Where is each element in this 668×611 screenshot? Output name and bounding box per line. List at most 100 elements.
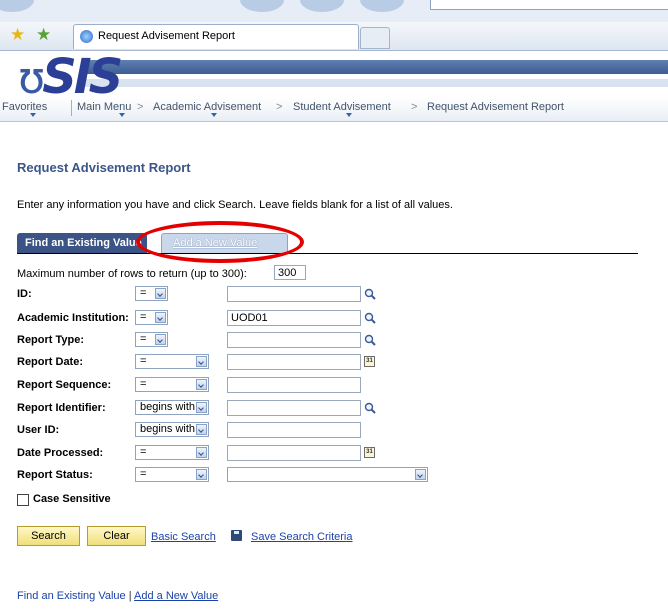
- nav-main-menu[interactable]: Main Menu: [77, 101, 131, 113]
- chevron-down-icon[interactable]: [415, 469, 426, 480]
- banner-bar-light: [85, 79, 668, 87]
- field-label: Report Date:: [17, 356, 84, 368]
- chevron-down-icon[interactable]: [155, 312, 166, 323]
- operator-value: =: [140, 468, 147, 480]
- operator-value: =: [140, 333, 147, 345]
- search-button[interactable]: Search: [17, 526, 80, 546]
- operator-select[interactable]: =: [135, 377, 209, 392]
- operator-value: =: [140, 311, 147, 323]
- nav-current-page: Request Advisement Report: [427, 101, 564, 113]
- field-input[interactable]: [227, 422, 361, 438]
- field-label: Report Type:: [17, 334, 85, 346]
- operator-value: begins with: [140, 401, 196, 413]
- field-label: User ID:: [17, 424, 60, 436]
- toolbar-decoration: [0, 0, 34, 12]
- chevron-down-icon[interactable]: [196, 469, 207, 480]
- sis-banner: ʊSIS: [0, 49, 668, 105]
- toolbar-decoration: [240, 0, 284, 12]
- field-input[interactable]: [227, 286, 361, 302]
- max-rows-input[interactable]: [274, 265, 306, 280]
- browser-tab-bar: ★ ★ Request Advisement Report: [0, 22, 668, 51]
- ie-page-icon: [80, 30, 93, 43]
- breadcrumb-separator: >: [137, 101, 144, 113]
- chevron-down-icon[interactable]: [196, 447, 207, 458]
- new-tab-button[interactable]: [360, 27, 390, 49]
- operator-select[interactable]: =: [135, 310, 168, 325]
- operator-value: =: [140, 355, 147, 367]
- add-favorites-icon[interactable]: ★: [36, 25, 51, 45]
- chevron-down-icon[interactable]: [196, 356, 207, 367]
- field-label: Academic Institution:: [17, 312, 129, 324]
- chevron-down-icon[interactable]: [196, 402, 207, 413]
- case-sensitive-label: Case Sensitive: [33, 493, 111, 505]
- nav-academic-advisement[interactable]: Academic Advisement: [153, 101, 261, 113]
- status-select[interactable]: [227, 467, 428, 482]
- basic-search-link[interactable]: Basic Search: [151, 531, 216, 543]
- chevron-down-icon[interactable]: [155, 288, 166, 299]
- nav-divider: [71, 100, 72, 116]
- footer-add-new[interactable]: Add a New Value: [134, 590, 218, 602]
- breadcrumb: Favorites Main Menu > Academic Advisemen…: [0, 97, 668, 122]
- lookup-search-icon[interactable]: [364, 334, 376, 346]
- operator-value: begins with: [140, 423, 196, 435]
- browser-tab-title: Request Advisement Report: [98, 30, 235, 42]
- field-input[interactable]: [227, 445, 361, 461]
- field-input[interactable]: [227, 354, 361, 370]
- footer-links: Find an Existing Value | Add a New Value: [17, 590, 218, 602]
- field-label: Date Processed:: [17, 447, 104, 459]
- chevron-down-icon: [211, 113, 217, 117]
- field-input[interactable]: [227, 332, 361, 348]
- nav-favorites[interactable]: Favorites: [2, 101, 47, 113]
- chevron-down-icon: [119, 113, 125, 117]
- breadcrumb-separator: >: [411, 101, 418, 113]
- chevron-down-icon: [30, 113, 36, 117]
- lookup-search-icon[interactable]: [364, 402, 376, 414]
- field-label: Report Status:: [17, 469, 93, 481]
- clear-button-label: Clear: [103, 530, 130, 542]
- calendar-icon[interactable]: 31: [364, 447, 375, 458]
- chevron-down-icon: [346, 113, 352, 117]
- operator-select[interactable]: =: [135, 445, 209, 460]
- toolbar-decoration: [300, 0, 344, 12]
- field-label: Report Identifier:: [17, 402, 106, 414]
- field-label: ID:: [17, 288, 32, 300]
- tab-find-existing-label: Find an Existing Value: [25, 237, 142, 249]
- search-button-label: Search: [31, 530, 66, 542]
- tab-underline: [17, 253, 638, 254]
- operator-value: =: [140, 446, 147, 458]
- footer-find-existing[interactable]: Find an Existing Value: [17, 590, 126, 602]
- operator-select[interactable]: =: [135, 332, 168, 347]
- save-icon[interactable]: [231, 530, 242, 541]
- save-search-criteria-link[interactable]: Save Search Criteria: [251, 531, 353, 543]
- page-title: Request Advisement Report: [17, 160, 191, 175]
- browser-tab[interactable]: Request Advisement Report: [73, 24, 359, 49]
- lookup-search-icon[interactable]: [364, 312, 376, 324]
- tab-find-existing-value[interactable]: Find an Existing Value: [17, 233, 147, 253]
- favorites-star-icon[interactable]: ★: [10, 25, 25, 45]
- operator-select[interactable]: =: [135, 467, 209, 482]
- lookup-search-icon[interactable]: [364, 288, 376, 300]
- operator-select[interactable]: =: [135, 286, 168, 301]
- nav-student-advisement[interactable]: Student Advisement: [293, 101, 391, 113]
- chevron-down-icon[interactable]: [196, 424, 207, 435]
- field-input[interactable]: [227, 310, 361, 326]
- chevron-down-icon[interactable]: [196, 379, 207, 390]
- browser-toolbar-strip: [0, 0, 668, 23]
- highlight-circle: [136, 221, 304, 263]
- field-input[interactable]: [227, 400, 361, 416]
- banner-bar: [85, 60, 668, 74]
- operator-select[interactable]: begins with: [135, 422, 209, 437]
- address-bar[interactable]: [430, 0, 668, 10]
- operator-value: =: [140, 287, 147, 299]
- operator-value: =: [140, 378, 147, 390]
- operator-select[interactable]: =: [135, 354, 209, 369]
- max-rows-label: Maximum number of rows to return (up to …: [17, 268, 247, 280]
- chevron-down-icon[interactable]: [155, 334, 166, 345]
- breadcrumb-separator: >: [276, 101, 283, 113]
- operator-select[interactable]: begins with: [135, 400, 209, 415]
- checkbox-box[interactable]: [17, 494, 29, 506]
- field-input[interactable]: [227, 377, 361, 393]
- toolbar-decoration: [360, 0, 404, 12]
- calendar-icon[interactable]: 31: [364, 356, 375, 367]
- clear-button[interactable]: Clear: [87, 526, 146, 546]
